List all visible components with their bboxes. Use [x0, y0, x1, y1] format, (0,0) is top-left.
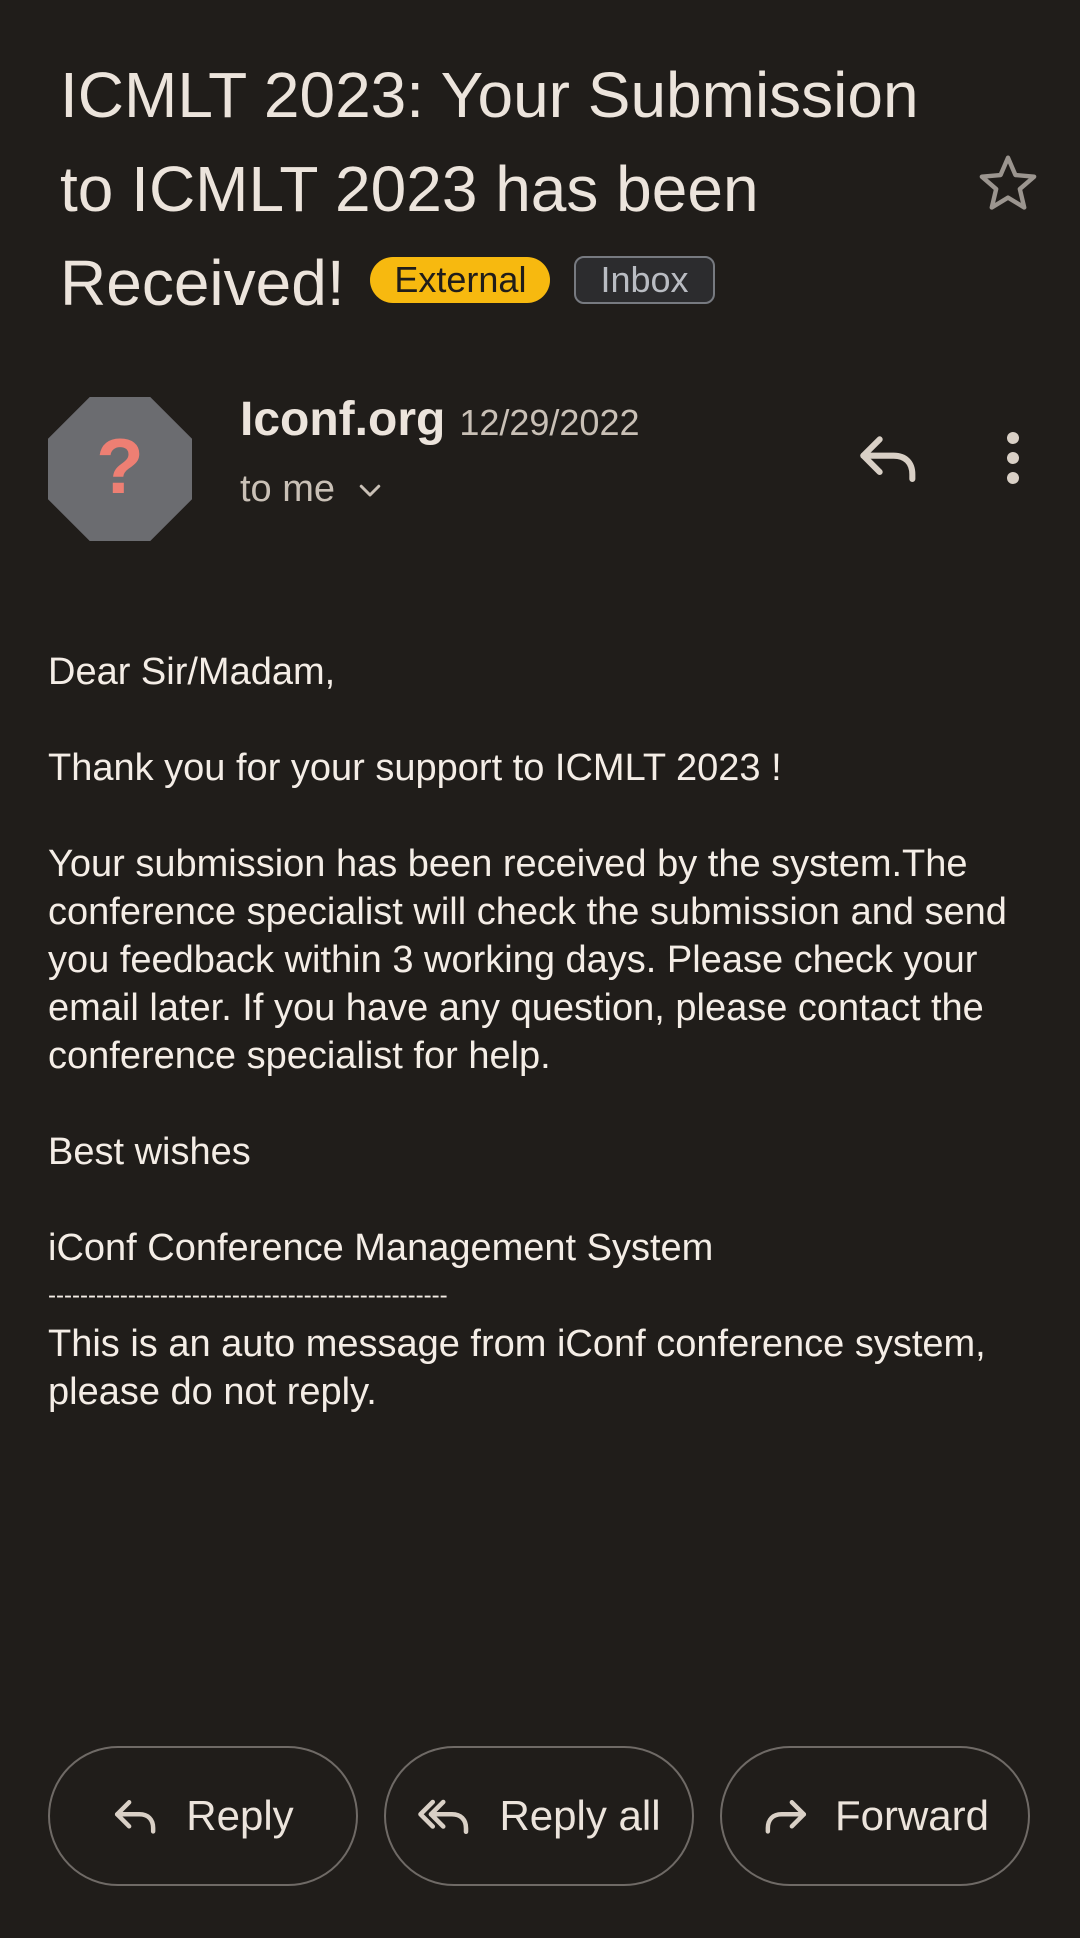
- star-icon[interactable]: [975, 150, 1041, 216]
- body-signature: iConf Conference Management System: [48, 1227, 714, 1269]
- reply-all-button[interactable]: Reply all: [384, 1746, 694, 1886]
- avatar-glyph: ?: [96, 422, 144, 510]
- body-main: Your submission has been received by the…: [48, 843, 1007, 1077]
- label-external: External: [370, 257, 551, 304]
- sender-avatar[interactable]: ?: [48, 397, 192, 541]
- recipient-toggle[interactable]: to me: [240, 468, 385, 511]
- forward-button-label: Forward: [834, 1792, 990, 1839]
- body-thanks: Thank you for your support to ICMLT 2023…: [48, 747, 782, 789]
- message-body: Dear Sir/Madam, Thank you for your suppo…: [48, 648, 1038, 1416]
- body-footer: This is an auto message from iConf confe…: [48, 1323, 986, 1413]
- body-closing: Best wishes: [48, 1131, 251, 1173]
- reply-all-icon: [418, 1799, 469, 1835]
- forward-icon: [765, 1800, 807, 1834]
- sender-name[interactable]: Iconf.org: [240, 393, 445, 446]
- body-divider: ----------------------------------------…: [48, 1282, 448, 1309]
- reply-button[interactable]: Reply: [48, 1746, 358, 1886]
- reply-icon: [115, 1800, 156, 1834]
- more-vert-icon[interactable]: [995, 430, 1031, 486]
- sender-row: Iconf.org 12/29/2022: [240, 392, 640, 447]
- label-inbox[interactable]: Inbox: [574, 256, 715, 305]
- reply-button-label: Reply: [186, 1792, 294, 1839]
- reply-all-button-label: Reply all: [499, 1792, 661, 1839]
- message-date: 12/29/2022: [459, 402, 640, 443]
- message-actions: Reply Reply all Forward: [48, 1746, 1032, 1890]
- reply-icon[interactable]: [856, 430, 922, 486]
- forward-button[interactable]: Forward: [720, 1746, 1030, 1886]
- email-subject: ICMLT 2023: Your Submission to ICMLT 202…: [60, 48, 960, 330]
- body-greeting: Dear Sir/Madam,: [48, 651, 336, 693]
- chevron-down-icon: [359, 484, 381, 496]
- recipient-label: to me: [240, 468, 336, 510]
